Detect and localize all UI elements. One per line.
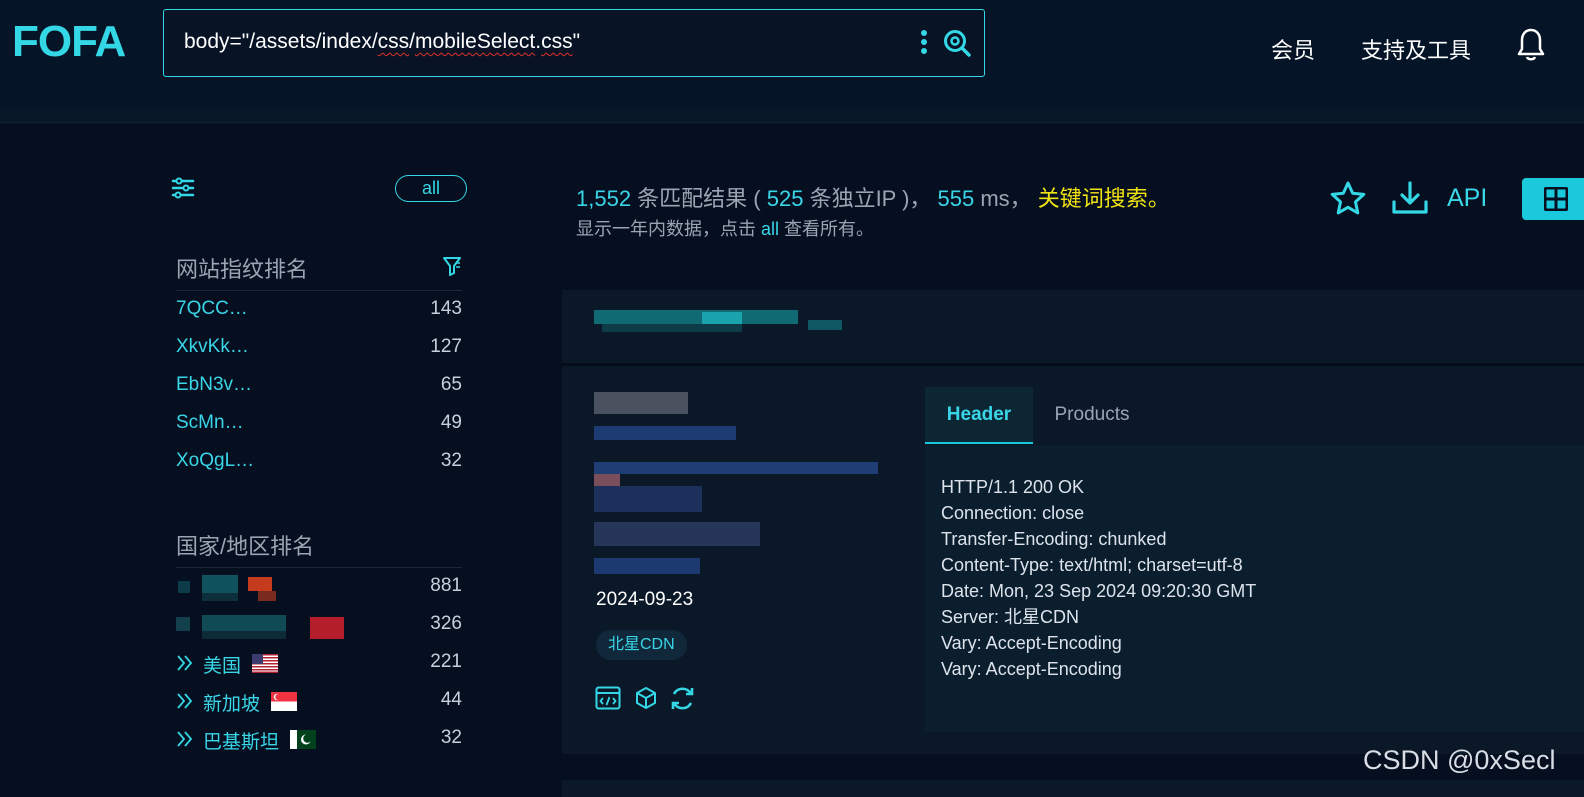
tab-header[interactable]: Header	[925, 387, 1033, 444]
tab-products[interactable]: Products	[1033, 387, 1151, 444]
fingerprint-name[interactable]: XkvKk…	[176, 336, 249, 358]
more-vertical-icon[interactable]	[916, 28, 932, 56]
header-line: Vary: Accept-Encoding	[941, 659, 1122, 679]
query-time: 555	[937, 186, 975, 211]
double-chevron-right-icon	[177, 731, 193, 747]
divider	[176, 290, 462, 291]
all-toggle-button[interactable]: all	[395, 175, 467, 202]
cube-icon[interactable]	[634, 686, 658, 710]
star-icon[interactable]	[1329, 180, 1367, 216]
unique-ip-count: 525	[766, 186, 804, 211]
header-line: Date: Mon, 23 Sep 2024 09:20:30 GMT	[941, 581, 1257, 601]
result-stats: 1,552 条匹配结果 ( 525 条独立IP )， 555 ms， 关键词搜索…	[576, 181, 1170, 213]
country-count: 881	[430, 575, 462, 596]
fingerprint-item[interactable]: XkvKk… 127	[176, 336, 462, 358]
watermark: CSDN @0xSecl	[1363, 745, 1556, 775]
hint-text: 显示一年内数据，点击	[576, 219, 761, 239]
double-chevron-right-icon	[177, 693, 193, 709]
country-name[interactable]: 美国	[203, 651, 241, 678]
country-item[interactable]: 326	[176, 613, 462, 639]
fingerprint-count: 32	[440, 450, 462, 471]
result-date: 2024-09-23	[596, 589, 694, 610]
query-part: css	[377, 30, 410, 53]
country-item[interactable]: 新加坡 44	[176, 689, 462, 715]
header-line: Connection: close	[941, 503, 1085, 523]
us-flag-icon	[252, 654, 278, 673]
filter-settings-icon[interactable]	[170, 176, 196, 200]
refresh-icon[interactable]	[669, 685, 696, 712]
fingerprint-count: 49	[440, 412, 462, 433]
fingerprint-item[interactable]: 7QCC… 143	[176, 298, 462, 320]
stats-text: 条匹配结果 (	[631, 186, 767, 211]
search-query[interactable]: body="/assets/index/css/mobileSelect.css…	[184, 30, 580, 54]
fingerprint-item[interactable]: EbN3v… 65	[176, 374, 462, 396]
http-header-lines: HTTP/1.1 200 OK Connection: close Transf…	[941, 474, 1256, 682]
product-tag[interactable]: 北星CDN	[596, 630, 687, 660]
hint-text: 查看所有。	[779, 219, 875, 239]
http-header-panel: HTTP/1.1 200 OK Connection: close Transf…	[925, 445, 1584, 732]
fingerprint-item[interactable]: XoQgL… 32	[176, 450, 462, 472]
header-line: Transfer-Encoding: chunked	[941, 529, 1167, 549]
stats-text: 条独立IP )，	[803, 186, 938, 211]
pakistan-flag-icon	[290, 730, 316, 749]
query-part: mobileSelect	[415, 30, 536, 53]
country-count: 44	[440, 689, 462, 710]
result-card-header	[562, 290, 1584, 363]
country-count: 32	[440, 727, 462, 748]
nav-tools-link[interactable]: 支持及工具	[1361, 33, 1471, 65]
singapore-flag-icon	[271, 692, 297, 711]
stats-text: ms，	[974, 186, 1038, 211]
query-part: "	[572, 30, 581, 53]
download-icon[interactable]	[1390, 180, 1430, 216]
logo-text: FOFA	[12, 17, 126, 66]
fingerprint-name[interactable]: 7QCC…	[176, 298, 248, 320]
country-item[interactable]: 巴基斯坦 32	[176, 727, 462, 753]
fofa-logo[interactable]: FOFA	[12, 14, 144, 70]
query-part: body="/assets/index/	[184, 30, 378, 53]
nav-member-link[interactable]: 会员	[1271, 33, 1315, 65]
header-line: Vary: Accept-Encoding	[941, 633, 1122, 653]
country-name[interactable]: 巴基斯坦	[203, 727, 279, 754]
country-item[interactable]: 881	[176, 575, 462, 601]
bell-icon[interactable]	[1516, 27, 1546, 63]
header-line: HTTP/1.1 200 OK	[941, 477, 1085, 497]
stats-text: 。	[1147, 186, 1170, 211]
funnel-icon[interactable]	[443, 256, 461, 276]
fingerprint-count: 143	[430, 298, 462, 319]
grid-icon	[1544, 187, 1568, 211]
divider	[176, 567, 462, 568]
country-ranking-title: 国家/地区排名	[176, 534, 315, 559]
country-name[interactable]: 新加坡	[203, 689, 260, 716]
query-part: css	[541, 30, 573, 53]
search-box[interactable]: body="/assets/index/css/mobileSelect.css…	[163, 9, 985, 77]
fingerprint-name[interactable]: EbN3v…	[176, 374, 252, 396]
header-line: Content-Type: text/html; charset=utf-8	[941, 555, 1243, 575]
header-line: Server: 北星CDN	[941, 607, 1080, 627]
search-icon[interactable]	[942, 28, 972, 58]
fingerprint-ranking-title: 网站指纹排名	[176, 257, 309, 282]
country-count: 221	[430, 651, 462, 672]
result-stats-hint: 显示一年内数据，点击 all 查看所有。	[576, 215, 874, 241]
code-icon[interactable]	[595, 686, 621, 710]
double-chevron-right-icon	[177, 655, 193, 671]
fingerprint-name[interactable]: ScMn…	[176, 412, 244, 434]
fingerprint-item[interactable]: ScMn… 49	[176, 412, 462, 434]
total-count: 1,552	[576, 186, 632, 211]
country-count: 326	[430, 613, 462, 634]
fingerprint-count: 65	[440, 374, 462, 395]
api-link[interactable]: API	[1447, 184, 1487, 213]
top-bar-divider	[0, 108, 1584, 123]
grid-view-button[interactable]	[1522, 178, 1584, 220]
country-item[interactable]: 美国 221	[176, 651, 462, 677]
next-result-card	[562, 780, 1584, 797]
show-all-link[interactable]: all	[761, 219, 779, 239]
keyword-search-link[interactable]: 关键词搜索	[1038, 186, 1148, 211]
fingerprint-name[interactable]: XoQgL…	[176, 450, 254, 472]
fingerprint-count: 127	[430, 336, 462, 357]
